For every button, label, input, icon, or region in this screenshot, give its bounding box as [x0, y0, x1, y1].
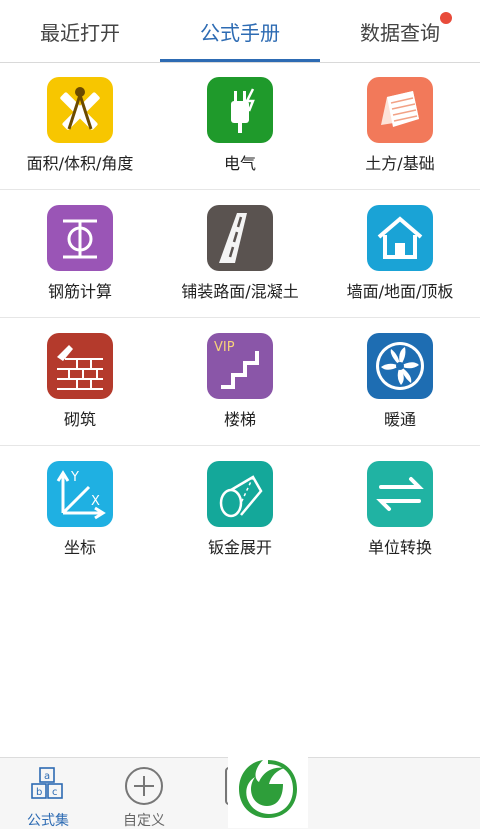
- svg-text:c: c: [52, 787, 58, 798]
- category-stairs[interactable]: VIP 楼梯: [160, 318, 320, 445]
- category-label: 铺装路面/混凝土: [181, 282, 299, 301]
- notification-dot: [440, 12, 452, 24]
- category-label: 电气: [223, 154, 256, 173]
- ruler-compass-icon: [47, 77, 113, 143]
- category-unit-conversion[interactable]: 单位转换: [320, 446, 480, 573]
- category-label: 暖通: [383, 410, 416, 429]
- abc-blocks-icon: a b c: [26, 764, 70, 808]
- sheet-metal-icon: [207, 461, 273, 527]
- tab-data-query[interactable]: 数据查询: [320, 0, 480, 62]
- svg-text:b: b: [36, 787, 42, 798]
- electric-plug-icon: [207, 77, 273, 143]
- category-label: 钣金展开: [207, 538, 272, 557]
- tab-formula-handbook-label: 公式手册: [200, 20, 280, 45]
- category-label: 土方/基础: [365, 154, 435, 173]
- house-icon: [367, 205, 433, 271]
- category-hvac[interactable]: 暖通: [320, 318, 480, 445]
- tab-recent[interactable]: 最近打开: [0, 0, 160, 62]
- category-sheet-metal[interactable]: 钣金展开: [160, 446, 320, 573]
- category-coordinates[interactable]: Y X 坐标: [0, 446, 160, 573]
- x-axis-letter: X: [91, 494, 100, 509]
- brick-wall-icon: [47, 333, 113, 399]
- category-label: 面积/体积/角度: [26, 154, 134, 173]
- category-label: 楼梯: [223, 410, 256, 429]
- nav-label: 自定义: [123, 813, 165, 829]
- nav-label: 公式集: [27, 813, 69, 829]
- vip-badge-text: VIP: [214, 340, 235, 355]
- svg-text:a: a: [44, 771, 50, 782]
- category-row: 砌筑 VIP 楼梯 暖通: [0, 318, 480, 446]
- category-label: 单位转换: [367, 538, 432, 557]
- plus-circle-icon: [122, 764, 166, 808]
- category-row: Y X 坐标 钣金展开 单位转换: [0, 446, 480, 573]
- category-masonry[interactable]: 砌筑: [0, 318, 160, 445]
- nav-formula-set[interactable]: a b c 公式集: [0, 758, 96, 829]
- road-icon: [207, 205, 273, 271]
- category-label: 砌筑: [63, 410, 96, 429]
- top-tab-bar: 最近打开 公式手册 数据查询: [0, 0, 480, 63]
- category-paving-concrete[interactable]: 铺装路面/混凝土: [160, 190, 320, 317]
- stairs-icon: VIP: [207, 333, 273, 399]
- tab-formula-handbook[interactable]: 公式手册: [160, 0, 320, 62]
- y-axis-letter: Y: [70, 470, 79, 485]
- category-electrical[interactable]: 电气: [160, 62, 320, 189]
- category-label: 墙面/地面/顶板: [346, 282, 454, 301]
- category-label: 坐标: [63, 538, 96, 557]
- fan-icon: [367, 333, 433, 399]
- convert-arrows-icon: [367, 461, 433, 527]
- category-label: 钢筋计算: [47, 282, 112, 301]
- category-rebar[interactable]: 钢筋计算: [0, 190, 160, 317]
- xy-axis-icon: Y X: [47, 461, 113, 527]
- category-area-volume-angle[interactable]: 面积/体积/角度: [0, 62, 160, 189]
- category-grid: 面积/体积/角度 电气 土方/基础 钢筋计算 铺装路面/混凝土 墙面/地面/顶板…: [0, 62, 480, 573]
- tab-recent-label: 最近打开: [40, 20, 120, 45]
- category-wall-floor-ceiling[interactable]: 墙面/地面/顶板: [320, 190, 480, 317]
- tab-data-query-label: 数据查询: [360, 20, 440, 45]
- category-row: 面积/体积/角度 电气 土方/基础: [0, 62, 480, 190]
- rebar-symbol-icon: [47, 205, 113, 271]
- earthwork-icon: [367, 77, 433, 143]
- green-leaf-logo: [228, 750, 308, 828]
- category-earthwork-foundation[interactable]: 土方/基础: [320, 62, 480, 189]
- category-row: 钢筋计算 铺装路面/混凝土 墙面/地面/顶板: [0, 190, 480, 318]
- nav-custom[interactable]: 自定义: [96, 758, 192, 829]
